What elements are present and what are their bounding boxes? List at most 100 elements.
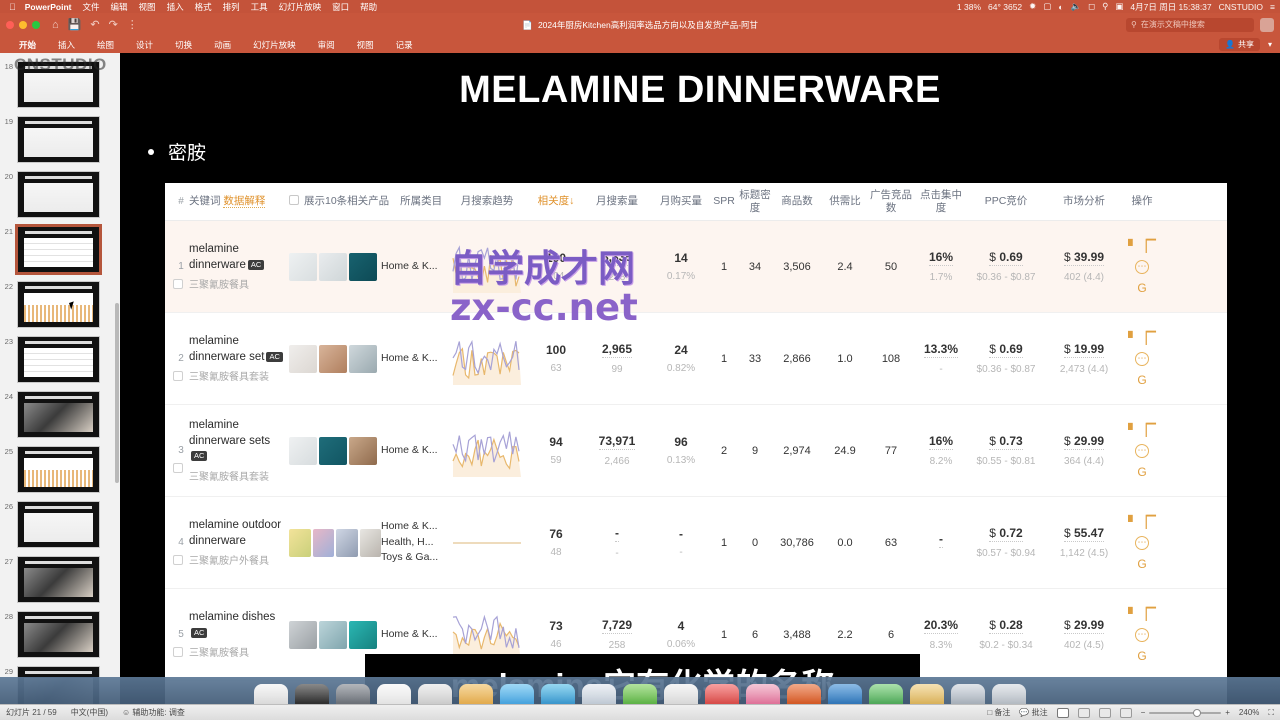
row-checkbox[interactable] (173, 279, 183, 289)
tab-draw[interactable]: 绘图 (86, 39, 125, 51)
keyword-research-table[interactable]: # 关键词 数据解释 展示10条相关产品 所属类目 月搜索趋势 相关度↓ 月搜索… (165, 183, 1227, 711)
menu-item-window[interactable]: 窗口 (332, 1, 349, 13)
thumbnail-preview[interactable] (17, 556, 100, 603)
product-thumbnail[interactable] (289, 528, 311, 557)
product-thumbnail[interactable] (319, 252, 347, 281)
display-icon[interactable]: ▢ (1043, 1, 1051, 12)
thumbnail-item-25[interactable]: 25 (0, 442, 120, 497)
keyword-text[interactable]: melamine outdoor dinnerware (189, 518, 285, 549)
menu-item-tools[interactable]: 工具 (251, 1, 268, 13)
apple-logo-icon[interactable]:  (9, 2, 16, 12)
normal-view-button[interactable] (1056, 707, 1069, 718)
bar-chart-icon[interactable]: ▘▕▔ (1128, 331, 1156, 345)
comments-button[interactable]: 💬 批注 (1019, 707, 1047, 718)
actions-cell[interactable]: ▘▕▔ ⋯ G (1123, 423, 1161, 479)
presenter-view-button[interactable] (1119, 707, 1132, 718)
slide-counter[interactable]: 幻灯片 21 / 59 (6, 707, 57, 718)
thumbnail-preview[interactable] (15, 224, 102, 275)
keyword-text[interactable]: melamine dishesAC (189, 610, 285, 641)
slide-canvas[interactable]: MELAMINE DINNERWARE 密胺 # 关键词 数据解释 展示10条相… (120, 53, 1280, 711)
product-thumbnail[interactable] (289, 436, 317, 465)
product-thumbnail[interactable] (359, 528, 381, 557)
search-trend-cell[interactable] (443, 329, 531, 389)
product-thumbnail[interactable] (336, 528, 358, 557)
notes-button[interactable]: □ 备注 (987, 707, 1010, 718)
menu-item-slideshow[interactable]: 幻灯片放映 (279, 1, 322, 13)
zoom-knob[interactable] (1193, 708, 1202, 717)
menu-item-arrange[interactable]: 排列 (223, 1, 240, 13)
tab-review[interactable]: 审阅 (307, 39, 346, 51)
menu-item-edit[interactable]: 编辑 (111, 1, 128, 13)
tab-transitions[interactable]: 切换 (164, 39, 203, 51)
header-data-explain-link[interactable]: 数据解释 (223, 195, 266, 209)
thumbnail-preview[interactable] (17, 116, 100, 163)
close-window-button[interactable] (6, 20, 14, 29)
google-trends-icon[interactable]: G (1137, 373, 1146, 387)
thumbnail-item-21[interactable]: 21 (0, 222, 120, 277)
tab-insert[interactable]: 插入 (47, 39, 86, 51)
actions-cell[interactable]: ▘▕▔ ⋯ G (1123, 239, 1161, 295)
google-trends-icon[interactable]: G (1137, 649, 1146, 663)
more-options-icon[interactable]: ⋯ (1135, 535, 1149, 550)
thumbnail-item-22[interactable]: 22 (0, 277, 120, 332)
thumbnail-item-20[interactable]: 20 (0, 167, 120, 222)
thumbnail-preview[interactable] (17, 336, 100, 383)
thumbnail-item-28[interactable]: 28 (0, 607, 120, 662)
thumbnail-item-26[interactable]: 26 (0, 497, 120, 552)
maximize-window-button[interactable] (32, 20, 40, 29)
thumbnail-item-24[interactable]: 24 (0, 387, 120, 442)
row-checkbox[interactable] (173, 463, 183, 473)
menu-item-view[interactable]: 视图 (139, 1, 156, 13)
clock-datetime[interactable]: 4月7日 周日 15:38:37 (1130, 1, 1211, 13)
table-row[interactable]: 1 melamine dinnerware AC 三聚氰胺餐具 Home & K... 1… (165, 221, 1227, 313)
home-icon[interactable]: ⌂ (52, 19, 59, 31)
search-trend-cell[interactable] (443, 237, 531, 297)
minimize-window-button[interactable] (19, 20, 27, 29)
keyword-text[interactable]: melamine dinnerware set AC (189, 334, 285, 365)
menu-item-help[interactable]: 帮助 (360, 1, 377, 13)
save-icon[interactable]: 💾 (68, 18, 82, 31)
bar-chart-icon[interactable]: ▘▕▔ (1128, 239, 1156, 253)
product-thumbnail[interactable] (319, 620, 347, 649)
row-checkbox[interactable] (173, 371, 183, 381)
chevron-down-icon[interactable]: ▾ (1268, 40, 1272, 49)
tab-record[interactable]: 记录 (385, 39, 424, 51)
more-options-icon[interactable]: ⋯ (1135, 351, 1149, 366)
bar-chart-icon[interactable]: ▘▕▔ (1128, 515, 1156, 529)
bar-chart-icon[interactable]: ▘▕▔ (1128, 607, 1156, 621)
thumbnail-preview[interactable] (17, 501, 100, 548)
product-thumbnail[interactable] (289, 344, 317, 373)
product-thumbnail[interactable] (349, 344, 377, 373)
google-trends-icon[interactable]: G (1137, 557, 1146, 571)
keyword-text[interactable]: melamine dinnerware AC (189, 242, 285, 273)
bar-chart-icon[interactable]: ▘▕▔ (1128, 423, 1156, 437)
product-thumbnail[interactable] (289, 620, 317, 649)
header-relevance[interactable]: 相关度↓ (531, 195, 581, 207)
menu-item-format[interactable]: 格式 (195, 1, 212, 13)
thumbnail-preview[interactable] (17, 61, 100, 108)
zoom-track[interactable] (1149, 708, 1222, 717)
thumbnail-scrollbar[interactable] (115, 303, 119, 483)
fit-slide-button[interactable]: ⛶ (1268, 708, 1274, 718)
more-options-icon[interactable]: ⋯ (1135, 259, 1149, 274)
language-indicator[interactable]: 中文(中国) (71, 707, 108, 718)
share-button[interactable]: 👤 共享 (1219, 38, 1260, 51)
control-center-icon[interactable]: ≡ (1270, 2, 1275, 12)
thumbnail-preview[interactable] (17, 171, 100, 218)
product-images[interactable] (289, 344, 381, 373)
accessibility-status[interactable]: ☺ 辅助功能: 调查 (122, 707, 185, 718)
menu-item-insert[interactable]: 插入 (167, 1, 184, 13)
google-trends-icon[interactable]: G (1137, 281, 1146, 295)
search-input[interactable]: ⚲ 在演示文稿中搜索 (1126, 17, 1254, 32)
search-trend-cell[interactable] (443, 513, 531, 573)
thumbnail-preview[interactable] (17, 446, 100, 493)
table-row[interactable]: 2 melamine dinnerware set AC 三聚氰胺餐具套装 Home &… (165, 313, 1227, 405)
thumbnail-item-27[interactable]: 27 (0, 552, 120, 607)
product-images[interactable] (289, 252, 381, 281)
keyword-cell[interactable]: melamine dinnerware set AC 三聚氰胺餐具套装 (189, 334, 289, 383)
header-spr[interactable]: SPR (709, 195, 739, 207)
header-purchase-volume[interactable]: 月购买量 (653, 195, 709, 207)
avatar[interactable] (1260, 17, 1274, 32)
slide-sorter-view-button[interactable] (1077, 707, 1090, 718)
table-row[interactable]: 3 melamine dinnerware setsAC 三聚氰胺餐具套装 Home … (165, 405, 1227, 497)
